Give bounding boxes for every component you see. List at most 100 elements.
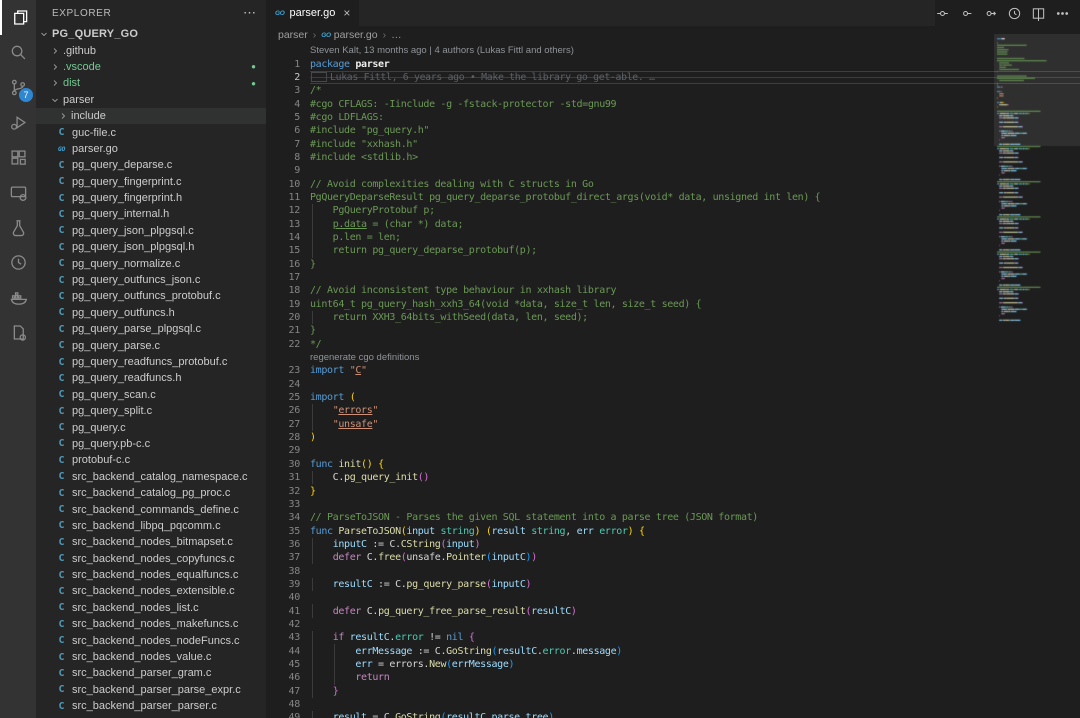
line-number[interactable]: 33 bbox=[266, 499, 300, 510]
code-line-12[interactable]: 12 PgQueryProtobuf p; bbox=[266, 204, 1080, 217]
tree-file-pg_query.c[interactable]: Cpg_query.c bbox=[36, 419, 266, 435]
breadcrumb-file[interactable]: parser.go bbox=[334, 29, 378, 41]
code-line-47[interactable]: 47 } bbox=[266, 685, 1080, 698]
tools-icon[interactable] bbox=[0, 315, 36, 350]
tree-file-pg_query_scan.c[interactable]: Cpg_query_scan.c bbox=[36, 387, 266, 403]
line-number[interactable]: 32 bbox=[266, 486, 300, 497]
tree-file-src_backend_parser_gram.c[interactable]: Csrc_backend_parser_gram.c bbox=[36, 665, 266, 681]
line-number[interactable]: 37 bbox=[266, 552, 300, 563]
tab-parser-go[interactable]: GO parser.go × bbox=[266, 0, 359, 26]
code-line-13[interactable]: 13 p.data = (char *) data; bbox=[266, 217, 1080, 230]
tree-file-src_backend_parser_parser.c[interactable]: Csrc_backend_parser_parser.c bbox=[36, 698, 266, 714]
source-control-icon[interactable]: 7 bbox=[0, 70, 36, 105]
code-line-44[interactable]: 44 errMessage := C.GoString(resultC.erro… bbox=[266, 644, 1080, 657]
code-line-24[interactable]: 24 bbox=[266, 378, 1080, 391]
tree-file-pg_query_internal.h[interactable]: Cpg_query_internal.h bbox=[36, 206, 266, 222]
line-number[interactable]: 39 bbox=[266, 579, 300, 590]
line-number[interactable]: 27 bbox=[266, 419, 300, 430]
tree-file-src_backend_nodes_list.c[interactable]: Csrc_backend_nodes_list.c bbox=[36, 600, 266, 616]
code-line-40[interactable]: 40 bbox=[266, 591, 1080, 604]
code-line-16[interactable]: 16} bbox=[266, 258, 1080, 271]
line-number[interactable]: 23 bbox=[266, 365, 300, 376]
line-number[interactable]: 9 bbox=[266, 165, 300, 176]
line-number[interactable]: 13 bbox=[266, 219, 300, 230]
tree-folder-parser[interactable]: parser bbox=[36, 92, 266, 108]
tab-close-icon[interactable]: × bbox=[343, 6, 350, 20]
line-number[interactable]: 19 bbox=[266, 299, 300, 310]
line-number[interactable]: 40 bbox=[266, 592, 300, 603]
tree-file-src_backend_nodes_nodeFuncs.c[interactable]: Csrc_backend_nodes_nodeFuncs.c bbox=[36, 632, 266, 648]
line-number[interactable]: 5 bbox=[266, 112, 300, 123]
tree-file-src_backend_nodes_copyfuncs.c[interactable]: Csrc_backend_nodes_copyfuncs.c bbox=[36, 551, 266, 567]
line-number[interactable]: 30 bbox=[266, 459, 300, 470]
code-line-25[interactable]: 25import ( bbox=[266, 391, 1080, 404]
line-number[interactable]: 49 bbox=[266, 712, 300, 718]
tree-folder-.github[interactable]: .github bbox=[36, 42, 266, 58]
code-line-26[interactable]: 26 "errors" bbox=[266, 404, 1080, 417]
code-line-35[interactable]: 35func ParseToJSON(input string) (result… bbox=[266, 524, 1080, 537]
code-line-34[interactable]: 34// ParseToJSON - Parses the given SQL … bbox=[266, 511, 1080, 524]
breadcrumb-folder[interactable]: parser bbox=[278, 29, 308, 41]
tree-file-src_backend_nodes_extensible.c[interactable]: Csrc_backend_nodes_extensible.c bbox=[36, 583, 266, 599]
code-line-21[interactable]: 21} bbox=[266, 324, 1080, 337]
tree-file-pg_query_json_plpgsql.c[interactable]: Cpg_query_json_plpgsql.c bbox=[36, 223, 266, 239]
code-line-23[interactable]: 23import "C" bbox=[266, 364, 1080, 377]
code-line-33[interactable]: 33 bbox=[266, 498, 1080, 511]
code-line-1[interactable]: 1package parser bbox=[266, 57, 1080, 70]
tree-file-src_backend_catalog_pg_proc.c[interactable]: Csrc_backend_catalog_pg_proc.c bbox=[36, 485, 266, 501]
previous-change-icon[interactable] bbox=[959, 6, 974, 21]
tree-file-pg_query_json_plpgsql.h[interactable]: Cpg_query_json_plpgsql.h bbox=[36, 239, 266, 255]
code-line-29[interactable]: 29 bbox=[266, 444, 1080, 457]
split-editor-icon[interactable] bbox=[1031, 6, 1046, 21]
line-number[interactable]: 16 bbox=[266, 259, 300, 270]
tree-file-src_backend_nodes_bitmapset.c[interactable]: Csrc_backend_nodes_bitmapset.c bbox=[36, 534, 266, 550]
code-line-45[interactable]: 45 err = errors.New(errMessage) bbox=[266, 658, 1080, 671]
line-number[interactable]: 44 bbox=[266, 646, 300, 657]
code-line-14[interactable]: 14 p.len = len; bbox=[266, 231, 1080, 244]
open-changes-icon[interactable] bbox=[935, 6, 950, 21]
codelens-link[interactable]: regenerate cgo definitions bbox=[300, 352, 419, 363]
code-line-49[interactable]: 49 result = C.GoString(resultC.parse_tre… bbox=[266, 711, 1080, 718]
line-number[interactable]: 12 bbox=[266, 205, 300, 216]
tree-folder-.vscode[interactable]: .vscode● bbox=[36, 59, 266, 75]
tree-file-pg_query_outfuncs.h[interactable]: Cpg_query_outfuncs.h bbox=[36, 305, 266, 321]
line-number[interactable]: 14 bbox=[266, 232, 300, 243]
tree-folder-dist[interactable]: dist● bbox=[36, 75, 266, 91]
tree-file-pg_query_deparse.c[interactable]: Cpg_query_deparse.c bbox=[36, 157, 266, 173]
line-number[interactable]: 41 bbox=[266, 606, 300, 617]
code-line-30[interactable]: 30func init() { bbox=[266, 458, 1080, 471]
line-number[interactable]: 47 bbox=[266, 686, 300, 697]
line-number[interactable]: 7 bbox=[266, 139, 300, 150]
code-line-6[interactable]: 6#include "pg_query.h" bbox=[266, 124, 1080, 137]
code-line-28[interactable]: 28) bbox=[266, 431, 1080, 444]
line-number[interactable]: 3 bbox=[266, 85, 300, 96]
tree-file-src_backend_libpq_pqcomm.c[interactable]: Csrc_backend_libpq_pqcomm.c bbox=[36, 518, 266, 534]
line-number[interactable]: 25 bbox=[266, 392, 300, 403]
codelens-link[interactable]: Steven Kalt, 13 months ago | 4 authors (… bbox=[300, 45, 574, 56]
tree-file-pg_query.pb-c.c[interactable]: Cpg_query.pb-c.c bbox=[36, 436, 266, 452]
line-number[interactable]: 46 bbox=[266, 672, 300, 683]
tree-file-src_backend_commands_define.c[interactable]: Csrc_backend_commands_define.c bbox=[36, 501, 266, 517]
tree-file-src_backend_nodes_equalfuncs.c[interactable]: Csrc_backend_nodes_equalfuncs.c bbox=[36, 567, 266, 583]
tree-folder-include[interactable]: include bbox=[36, 108, 266, 124]
tree-file-protobuf-c.c[interactable]: Cprotobuf-c.c bbox=[36, 452, 266, 468]
code-line-4[interactable]: 4#cgo CFLAGS: -Iinclude -g -fstack-prote… bbox=[266, 97, 1080, 110]
line-number[interactable]: 11 bbox=[266, 192, 300, 203]
tree-file-parser.go[interactable]: GOparser.go bbox=[36, 141, 266, 157]
code-line-43[interactable]: 43 if resultC.error != nil { bbox=[266, 631, 1080, 644]
line-number[interactable]: 24 bbox=[266, 379, 300, 390]
tree-file-src_backend_nodes_value.c[interactable]: Csrc_backend_nodes_value.c bbox=[36, 649, 266, 665]
line-number[interactable]: 43 bbox=[266, 632, 300, 643]
line-number[interactable]: 20 bbox=[266, 312, 300, 323]
line-number[interactable]: 48 bbox=[266, 699, 300, 710]
history-icon[interactable] bbox=[0, 245, 36, 280]
code-line-9[interactable]: 9 bbox=[266, 164, 1080, 177]
code-line-10[interactable]: 10// Avoid complexities dealing with C s… bbox=[266, 177, 1080, 190]
minimap[interactable] bbox=[994, 34, 1080, 354]
next-change-icon[interactable] bbox=[983, 6, 998, 21]
tree-file-pg_query_readfuncs.h[interactable]: Cpg_query_readfuncs.h bbox=[36, 370, 266, 386]
remote-explorer-icon[interactable] bbox=[0, 175, 36, 210]
tree-file-pg_query_readfuncs_protobuf.c[interactable]: Cpg_query_readfuncs_protobuf.c bbox=[36, 354, 266, 370]
line-number[interactable]: 45 bbox=[266, 659, 300, 670]
code-line-2[interactable]: 2Lukas Fittl, 6 years ago • Make the lib… bbox=[266, 71, 1080, 84]
